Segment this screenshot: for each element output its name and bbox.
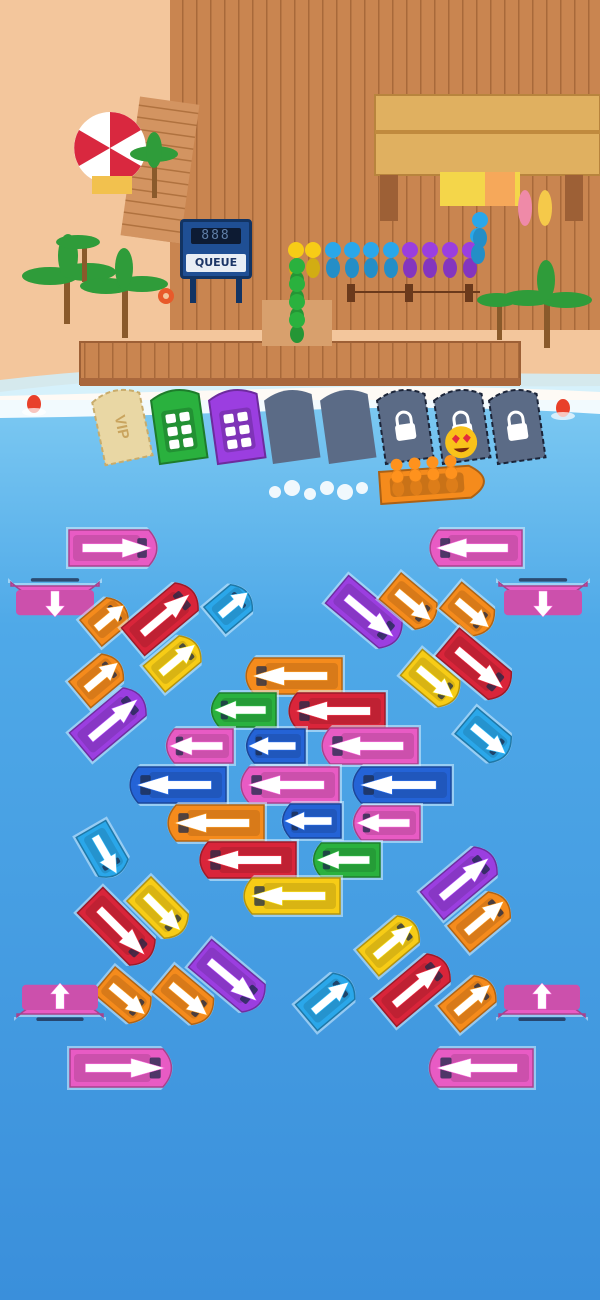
- boat-orange[interactable]: [167, 802, 267, 844]
- boat-yellow[interactable]: [243, 875, 343, 917]
- boat-pink[interactable]: [14, 982, 106, 1022]
- boat-green[interactable]: [312, 840, 384, 880]
- boat-pink[interactable]: [496, 578, 590, 618]
- boat-blue[interactable]: [129, 764, 229, 806]
- boat-pink[interactable]: [429, 527, 525, 569]
- locked-slot: [375, 388, 435, 466]
- docked-boat[interactable]: [149, 387, 209, 466]
- queue-sign-stand: [186, 277, 246, 303]
- empty-slot: [320, 389, 377, 465]
- boat-green[interactable]: [210, 690, 280, 730]
- locked-slot: [487, 388, 547, 466]
- boat-pink[interactable]: [352, 803, 424, 843]
- queue-sign: 888 QUEUE: [180, 219, 252, 279]
- empty-slot: [264, 389, 321, 465]
- boat-blue[interactable]: [245, 726, 309, 766]
- boat-pink[interactable]: [321, 725, 421, 767]
- boat-pink[interactable]: [67, 1046, 173, 1090]
- boat-pink[interactable]: [240, 764, 342, 806]
- boat-blue[interactable]: [352, 764, 454, 806]
- game-scene: VIP: [0, 0, 600, 1300]
- docked-boat[interactable]: [207, 387, 267, 466]
- boat-pink[interactable]: [496, 982, 588, 1022]
- queue-counter: 888: [191, 228, 241, 244]
- boat-pink[interactable]: [66, 527, 158, 569]
- queue-label: QUEUE: [186, 254, 246, 272]
- boat-blue[interactable]: [281, 801, 345, 841]
- boat-pink[interactable]: [428, 1046, 537, 1090]
- boat-red[interactable]: [199, 839, 299, 881]
- lifebuoy-icon: [158, 288, 174, 304]
- boat-pink[interactable]: [165, 726, 237, 766]
